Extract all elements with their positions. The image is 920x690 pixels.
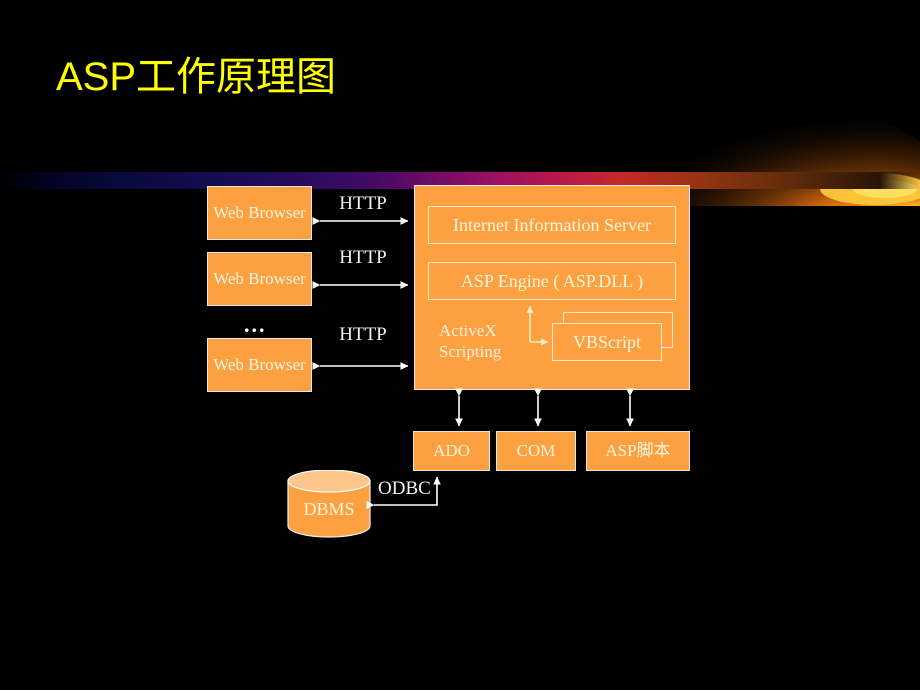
web-browser-box-3[interactable]: Web Browser [207,338,312,392]
dbms-label: DBMS [303,499,355,519]
activex-scripting-label: ActiveX Scripting [439,321,502,361]
http-label-2: HTTP [339,247,387,268]
slide-canvas: ASP工作原理图 Web Browser Web Browser ... Web… [0,0,920,690]
http-label-1: HTTP [339,193,387,214]
asp-engine-box[interactable]: ASP Engine ( ASP.DLL ) [428,262,676,300]
browser-ellipsis: ... [244,312,267,337]
asp-script-box[interactable]: ASP脚本 [586,431,690,471]
odbc-label: ODBC [378,478,431,499]
iis-box[interactable]: Internet Information Server [428,206,676,244]
page-title: ASP工作原理图 [56,55,337,99]
web-browser-box-1[interactable]: Web Browser [207,186,312,240]
web-browser-box-2[interactable]: Web Browser [207,252,312,306]
com-box[interactable]: COM [496,431,576,471]
http-label-3: HTTP [339,324,387,345]
vbscript-box[interactable]: VBScript [552,323,662,361]
ado-box[interactable]: ADO [413,431,490,471]
